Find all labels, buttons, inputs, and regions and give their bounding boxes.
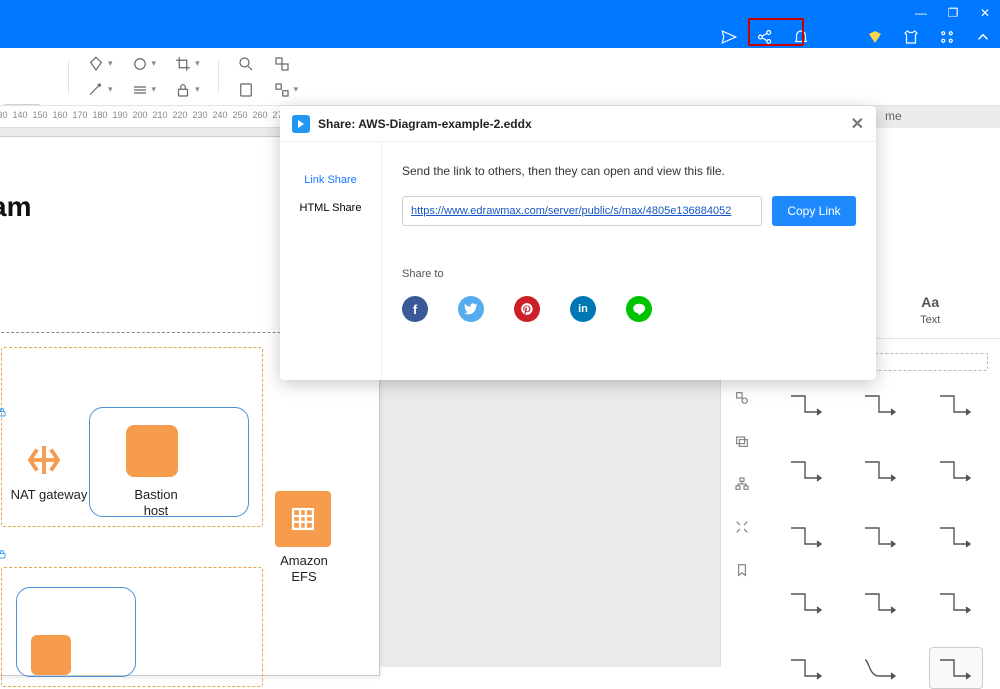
expand-icon[interactable]	[734, 519, 750, 540]
page-button[interactable]	[237, 81, 255, 99]
side-html-share[interactable]: HTML Share	[280, 194, 381, 222]
side-link-share[interactable]: Link Share	[280, 166, 381, 194]
bookmark-icon[interactable]	[734, 562, 750, 583]
grid-icon[interactable]	[938, 28, 956, 46]
connector-style[interactable]	[854, 515, 908, 557]
font-icon: Aa	[921, 294, 939, 310]
share-link-field[interactable]: https://www.edrawmax.com/server/public/s…	[402, 196, 762, 226]
social-row: f in	[402, 296, 856, 322]
line-style-button[interactable]: ▾	[131, 81, 157, 99]
amazon-efs-icon[interactable]	[275, 491, 331, 547]
tab-label: Text	[920, 314, 940, 326]
bastion-host-icon[interactable]	[126, 425, 178, 477]
app-logo-icon	[292, 115, 310, 133]
diamond-icon[interactable]	[866, 28, 884, 46]
dialog-main: Send the link to others, then they can o…	[382, 142, 876, 380]
fill-button[interactable]: ▾	[87, 55, 113, 73]
window-controls: — ❐ ✕	[914, 6, 992, 20]
linkedin-icon[interactable]: in	[570, 296, 596, 322]
nat-gateway-icon[interactable]	[23, 439, 65, 486]
connector-style[interactable]	[929, 581, 983, 623]
crop-button[interactable]: ▾	[174, 55, 200, 73]
divider	[218, 60, 219, 94]
panel-iconbar	[727, 390, 757, 583]
connector-style[interactable]	[780, 449, 834, 491]
efs-label: Amazon EFS	[269, 553, 339, 584]
shirt-icon[interactable]	[902, 28, 920, 46]
connector-style[interactable]	[854, 647, 908, 689]
ribbon-toolbar: Abc ▾ ▾ ▾ ▾ ▾ ▾ ▾ ▾	[0, 48, 1000, 106]
panel-header: me	[870, 106, 1000, 128]
share-dialog: Share: AWS-Diagram-example-2.eddx ✕ Link…	[280, 106, 876, 380]
facebook-icon[interactable]: f	[402, 296, 428, 322]
minimize-button[interactable]: —	[914, 6, 928, 20]
copy-link-button[interactable]: Copy Link	[772, 196, 856, 226]
layers-icon[interactable]	[734, 433, 750, 454]
connector-style[interactable]	[854, 449, 908, 491]
connector-style[interactable]	[780, 515, 834, 557]
replace-button[interactable]	[273, 55, 299, 73]
lock-button[interactable]: ▾	[174, 81, 200, 99]
nat-label: NAT gateway	[9, 487, 89, 503]
tab-text[interactable]: Aa Text	[861, 282, 1000, 338]
connector-style[interactable]	[780, 581, 834, 623]
group-button[interactable]: ▾	[273, 81, 299, 99]
connector-style[interactable]	[929, 383, 983, 425]
connector-styles-grid	[773, 374, 990, 667]
instance-icon[interactable]	[31, 635, 71, 675]
twitter-icon[interactable]	[458, 296, 484, 322]
divider	[68, 60, 69, 94]
lock-icon	[0, 405, 8, 417]
line-icon[interactable]	[626, 296, 652, 322]
connector-style[interactable]	[780, 383, 834, 425]
connector-style-selected[interactable]	[929, 647, 983, 689]
dialog-title: Share: AWS-Diagram-example-2.eddx	[318, 117, 532, 131]
connector-style[interactable]	[929, 449, 983, 491]
tree-icon[interactable]	[734, 476, 750, 497]
dialog-header: Share: AWS-Diagram-example-2.eddx ✕	[280, 106, 876, 142]
search-button[interactable]	[237, 55, 255, 73]
dialog-close-button[interactable]: ✕	[851, 114, 864, 134]
diagram-title: am	[0, 191, 31, 223]
dialog-side-nav: Link Share HTML Share	[280, 142, 382, 380]
pinterest-icon[interactable]	[514, 296, 540, 322]
line-button[interactable]: ▾	[87, 81, 113, 99]
connector-style[interactable]	[780, 647, 834, 689]
close-button[interactable]: ✕	[978, 6, 992, 20]
shapes-icon[interactable]	[734, 390, 750, 411]
share-highlight-box	[748, 18, 804, 46]
connector-style[interactable]	[854, 383, 908, 425]
shape-button[interactable]: ▾	[131, 55, 157, 73]
title-bar: — ❐ ✕	[0, 0, 1000, 48]
dialog-description: Send the link to others, then they can o…	[402, 164, 856, 178]
share-to-label: Share to	[402, 268, 856, 280]
lock-icon	[0, 547, 8, 559]
connector-style[interactable]	[854, 581, 908, 623]
chevron-up-icon[interactable]	[974, 28, 992, 46]
connector-style[interactable]	[929, 515, 983, 557]
bastion-label: Bastion host	[121, 487, 191, 518]
send-icon[interactable]	[720, 28, 738, 46]
restore-button[interactable]: ❐	[946, 6, 960, 20]
